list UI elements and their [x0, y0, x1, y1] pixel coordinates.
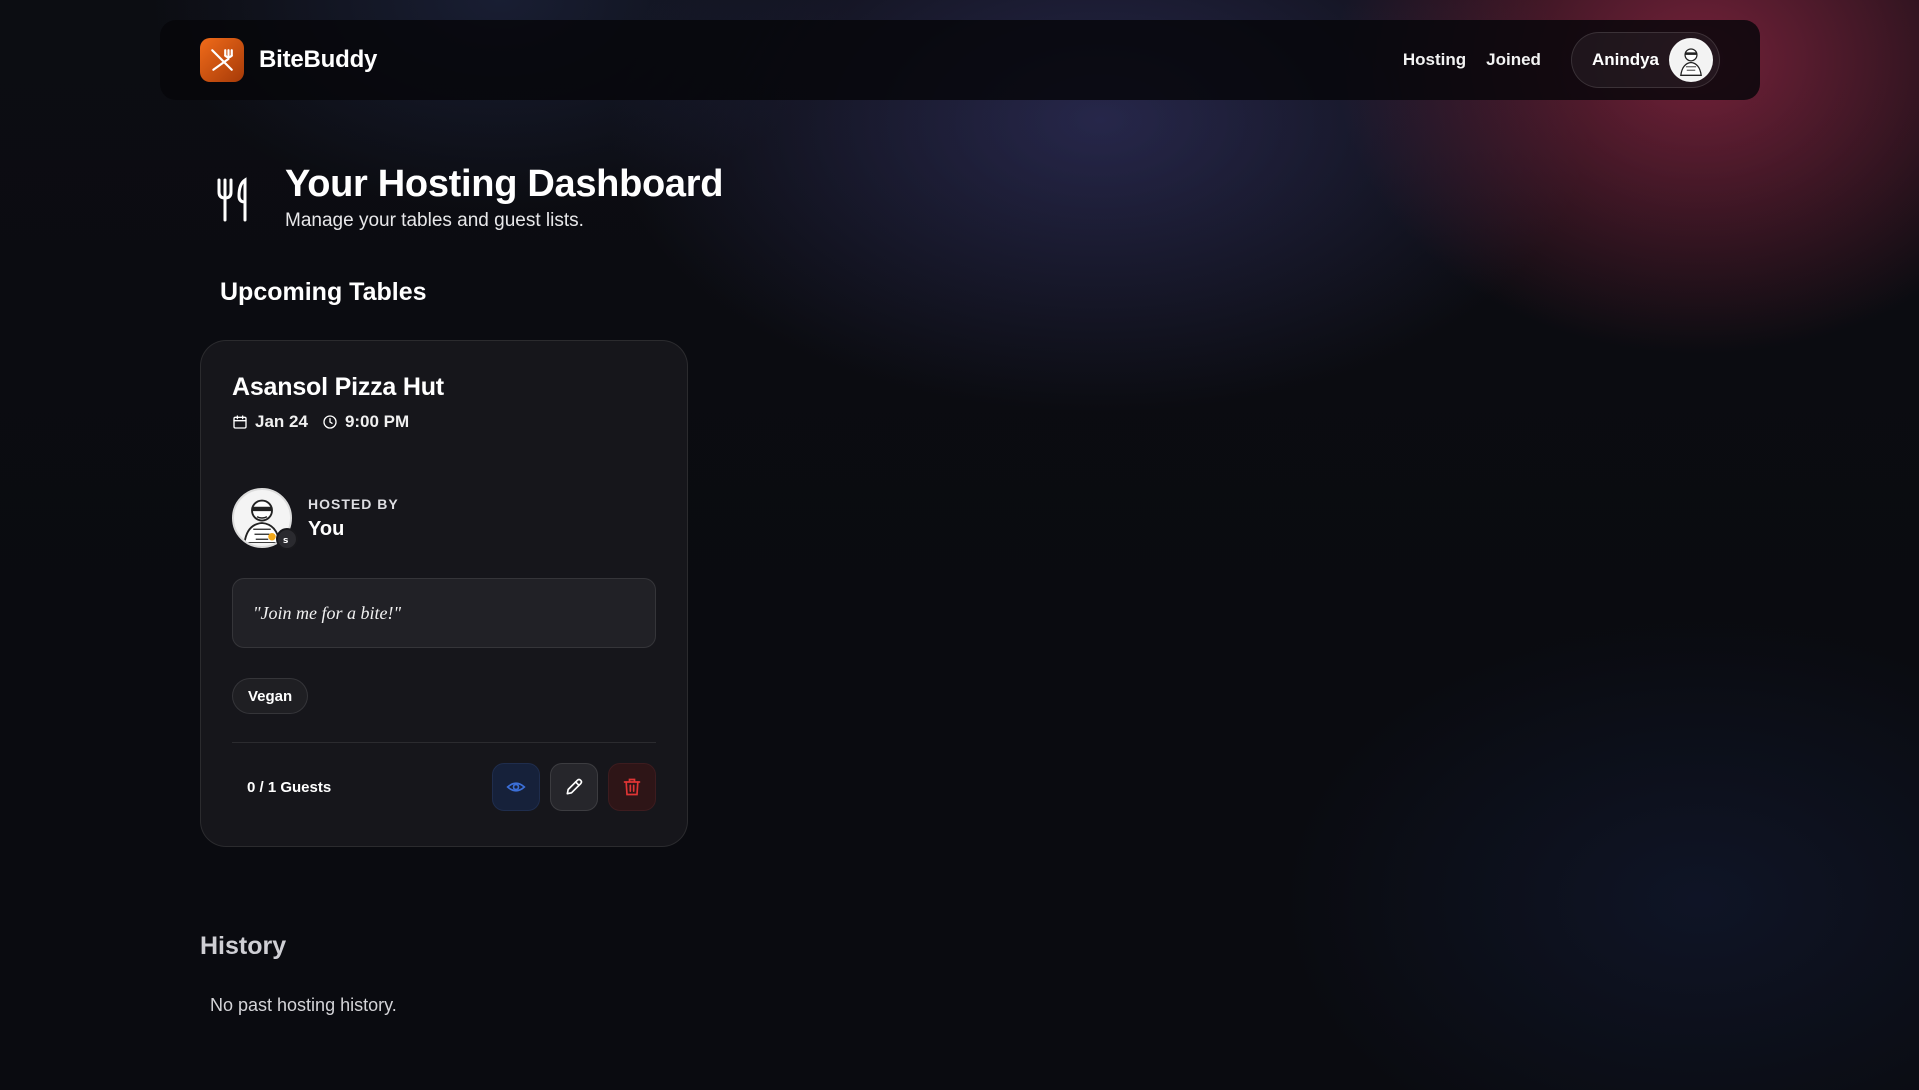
delete-table-button[interactable]: [608, 763, 656, 811]
card-footer: 0 / 1 Guests: [232, 763, 656, 811]
table-date: Jan 24: [232, 412, 308, 432]
table-tags: Vegan: [232, 678, 656, 714]
upcoming-tables-heading: Upcoming Tables: [220, 278, 427, 306]
table-message: "Join me for a bite!": [232, 578, 656, 648]
host-name: You: [308, 517, 345, 540]
host-text: HOSTED BY You: [308, 496, 399, 541]
guest-count: 0 / 1 Guests: [247, 778, 332, 796]
page-header: Your Hosting Dashboard Manage your table…: [215, 162, 723, 232]
history-heading: History: [200, 932, 287, 960]
edit-table-button[interactable]: [550, 763, 598, 811]
table-time-text: 9:00 PM: [344, 412, 410, 431]
user-name: Anindya: [1591, 50, 1659, 69]
host-avatar-wrap: s: [232, 488, 298, 550]
svg-text:s: s: [283, 536, 288, 544]
calendar-icon: [233, 415, 247, 429]
user-avatar: [1669, 38, 1713, 82]
nav-link-joined[interactable]: Joined: [1486, 50, 1541, 70]
table-card: Asansol Pizza Hut Jan 24 9:00 PM s HOSTE…: [200, 340, 688, 847]
nav-link-hosting[interactable]: Hosting: [1403, 50, 1466, 70]
hosted-by-label: HOSTED BY: [308, 495, 399, 512]
history-empty-message: No past hosting history.: [210, 995, 397, 1015]
view-table-button[interactable]: [492, 763, 540, 811]
table-time: 9:00 PM: [322, 412, 409, 432]
pencil-icon: [566, 778, 583, 795]
nav-right: Hosting Joined Anindya: [1403, 32, 1720, 88]
table-date-text: Jan 24: [255, 412, 308, 431]
header-text: Your Hosting Dashboard Manage your table…: [285, 162, 723, 232]
page-title: Your Hosting Dashboard: [285, 163, 724, 205]
host-info: s HOSTED BY You: [232, 488, 656, 550]
brand-name: BiteBuddy: [259, 46, 378, 73]
clock-icon: [323, 415, 337, 429]
tag-vegan: Vegan: [232, 678, 309, 714]
card-divider: [232, 742, 656, 743]
user-menu-button[interactable]: Anindya: [1570, 32, 1720, 88]
utensils-icon: [215, 176, 255, 224]
table-meta: Jan 24 9:00 PM: [232, 412, 656, 432]
top-navbar: BiteBuddy Hosting Joined Anindya: [160, 20, 1760, 100]
host-badge-icon: s: [276, 528, 298, 550]
utensils-logo-icon: [200, 38, 244, 82]
page-subtitle: Manage your tables and guest lists.: [285, 210, 584, 231]
table-restaurant-name: Asansol Pizza Hut: [232, 373, 444, 401]
table-actions: [492, 763, 656, 811]
eye-icon: [506, 782, 526, 792]
trash-icon: [623, 778, 641, 796]
brand[interactable]: BiteBuddy: [200, 38, 377, 82]
